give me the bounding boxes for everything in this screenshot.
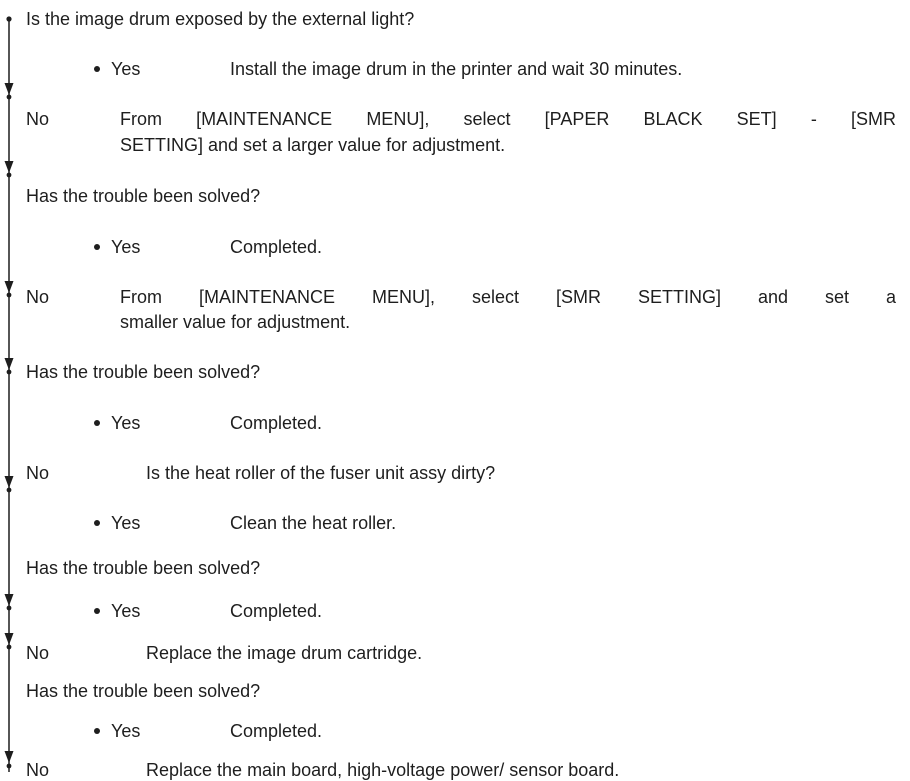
answer-yes: Yes: [111, 413, 141, 433]
flow-dot: [6, 172, 12, 178]
answer-yes: Yes: [111, 237, 141, 257]
question-text: Has the trouble been solved?: [26, 362, 261, 382]
flow-arrow-down-icon: [4, 751, 14, 763]
bullet-icon: [94, 728, 100, 734]
bullet-icon: [94, 66, 100, 72]
flow-dot: [6, 292, 12, 298]
question-text: Has the trouble been solved?: [26, 186, 261, 206]
action-text: Completed.: [230, 237, 323, 257]
answer-yes: Yes: [111, 601, 141, 621]
flow-arrow-down-icon: [4, 476, 14, 488]
answer-no: No: [26, 463, 50, 483]
answer-yes: Yes: [111, 59, 141, 79]
answer-no: No: [26, 109, 50, 129]
action-text: From [MAINTENANCE MENU], select [SMR SET…: [120, 287, 896, 307]
action-text: Completed.: [230, 721, 323, 741]
action-text: smaller value for adjustment.: [120, 312, 351, 332]
flow-arrow-down-icon: [4, 83, 14, 95]
flow-arrow-down-icon: [4, 358, 14, 370]
action-text: Clean the heat roller.: [230, 513, 397, 533]
question-text: Has the trouble been solved?: [26, 681, 261, 701]
flow-dot: [6, 94, 12, 100]
answer-yes: Yes: [111, 513, 141, 533]
flow-dot: [6, 644, 12, 650]
flow-dot: [6, 369, 12, 375]
action-text: Replace the image drum cartridge.: [146, 643, 423, 663]
flow-dot: [6, 605, 12, 611]
bullet-icon: [94, 520, 100, 526]
action-text: SETTING] and set a larger value for adju…: [120, 135, 506, 155]
answer-yes: Yes: [111, 721, 141, 741]
action-text: Replace the main board, high-voltage pow…: [146, 760, 620, 780]
question-text: Is the image drum exposed by the externa…: [26, 9, 415, 29]
question-text: Has the trouble been solved?: [26, 558, 261, 578]
flow-dot: [6, 763, 12, 769]
flow-arrow-down-icon: [4, 594, 14, 606]
troubleshooting-flowchart-page: { "steps": { "q1": "Is the image drum ex…: [0, 0, 910, 781]
bullet-icon: [94, 608, 100, 614]
flow-start-dot: [6, 16, 12, 22]
action-text: From [MAINTENANCE MENU], select [PAPER B…: [120, 109, 896, 129]
answer-no: No: [26, 643, 50, 663]
action-text: Completed.: [230, 413, 323, 433]
action-text: Install the image drum in the printer an…: [230, 59, 683, 79]
bullet-icon: [94, 244, 100, 250]
answer-no: No: [26, 287, 50, 307]
answer-no: No: [26, 760, 50, 780]
question-text: Is the heat roller of the fuser unit ass…: [146, 463, 496, 483]
action-text: Completed.: [230, 601, 323, 621]
flow-arrow-down-icon: [4, 633, 14, 645]
bullet-icon: [94, 420, 100, 426]
flow-arrow-down-icon: [4, 281, 14, 293]
flow-arrow-down-icon: [4, 161, 14, 173]
flow-dot: [6, 487, 12, 493]
